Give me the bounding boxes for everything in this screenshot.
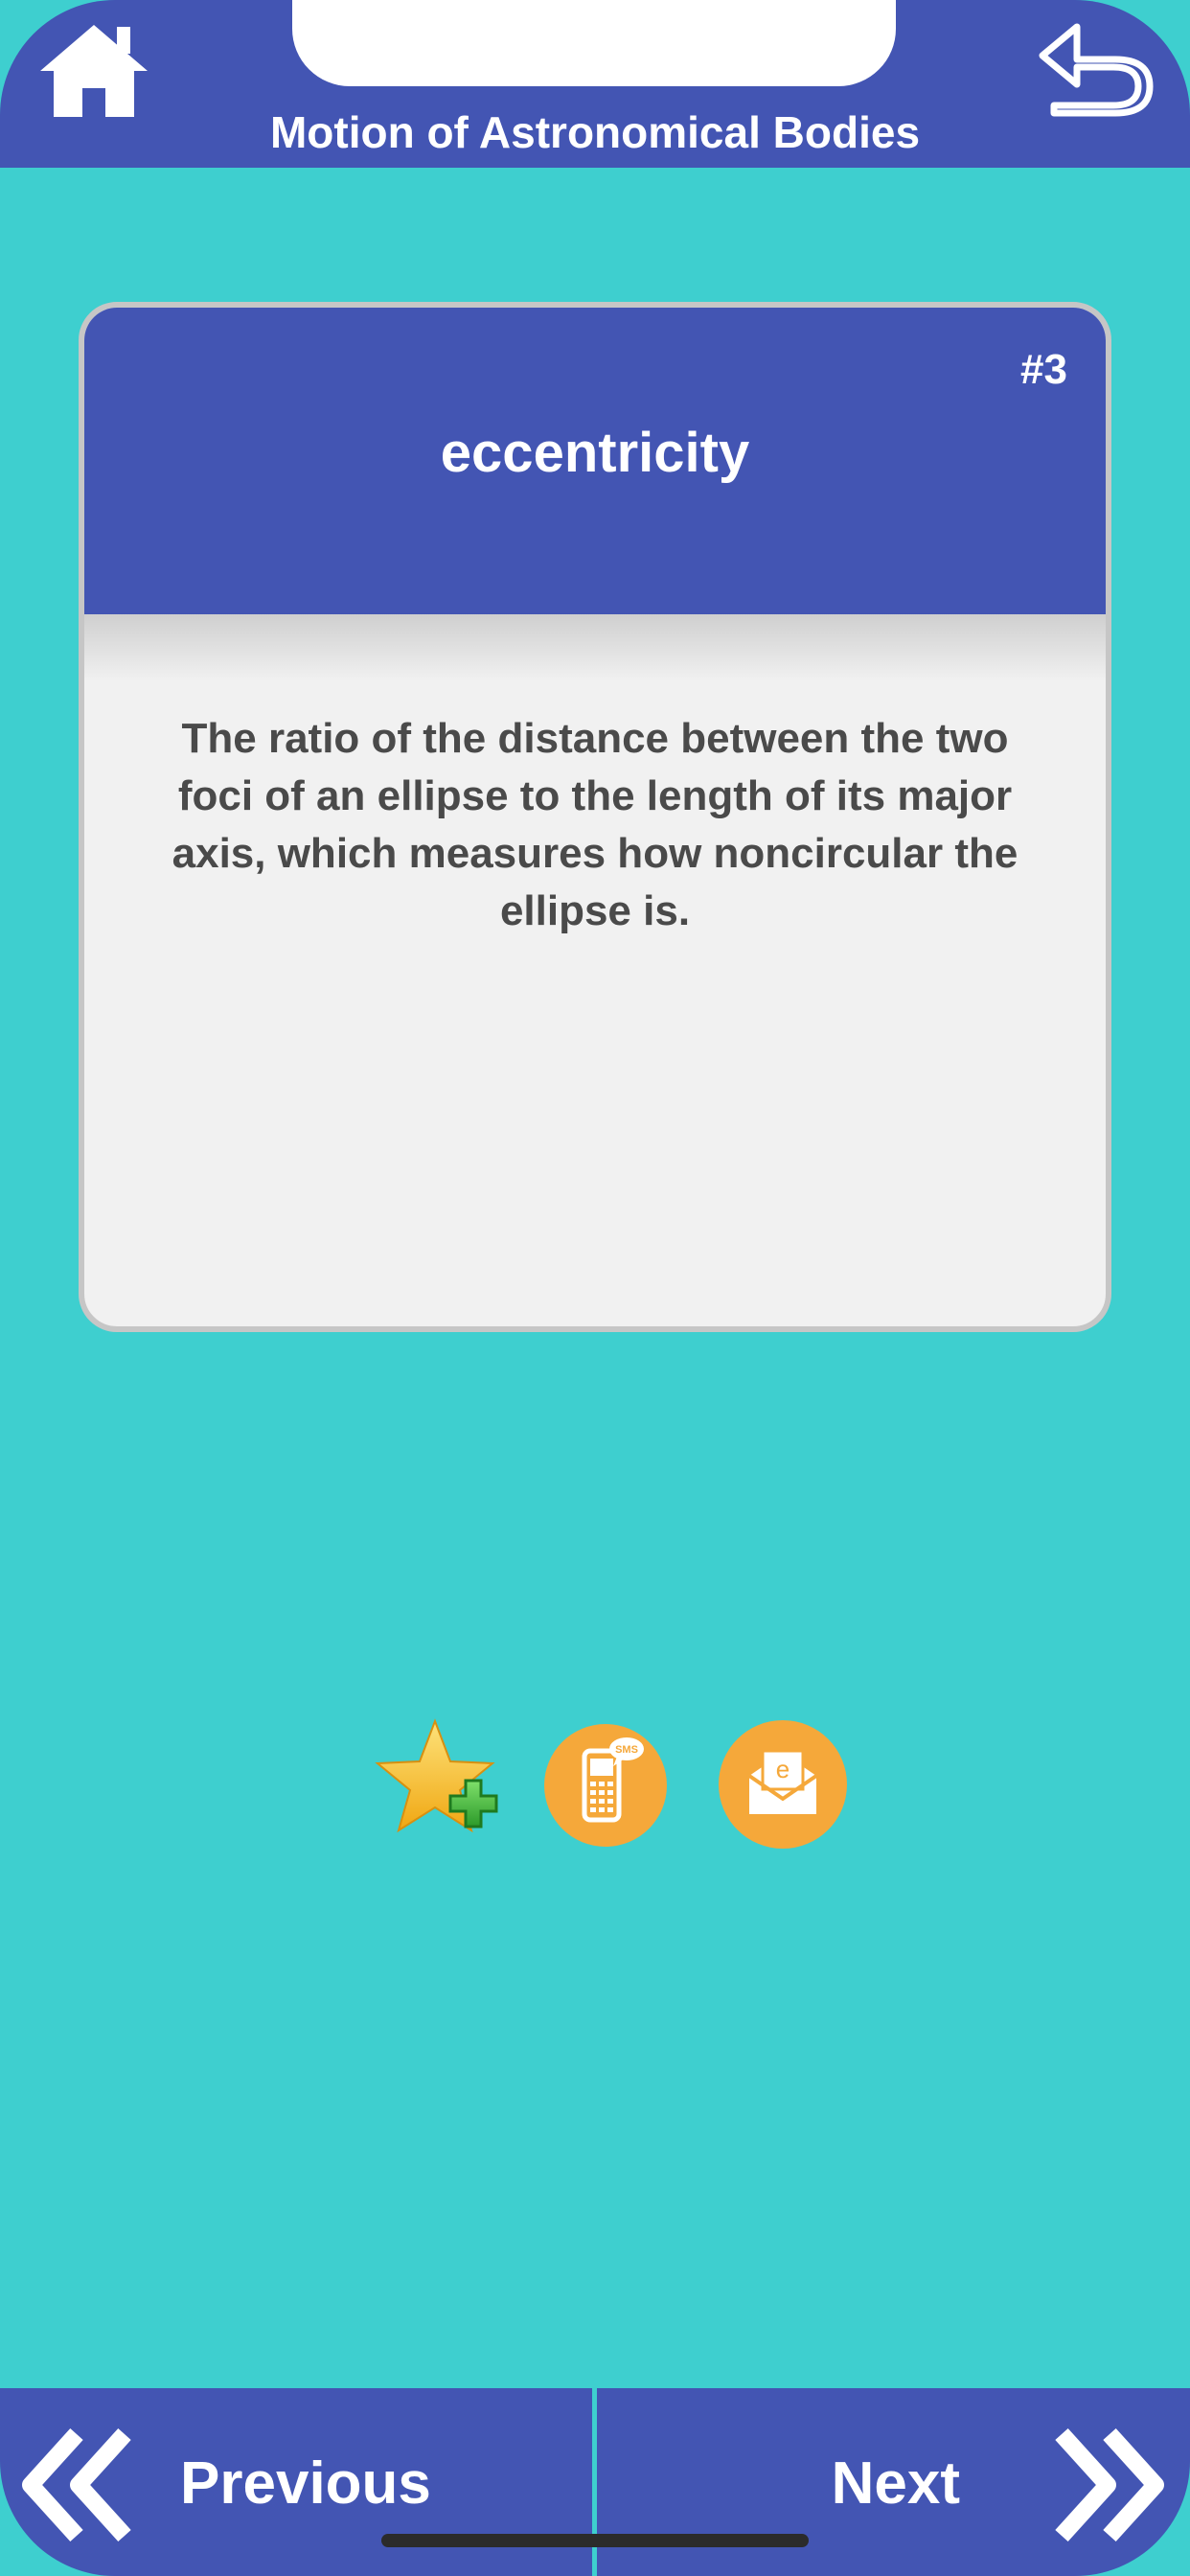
double-chevron-right-icon — [1055, 2427, 1164, 2542]
card-definition: The ratio of the distance between the tw… — [172, 715, 1018, 934]
star-plus-icon — [375, 1718, 498, 1833]
home-indicator[interactable] — [381, 2534, 809, 2547]
flashcard[interactable]: #3 eccentricity The ratio of the distanc… — [79, 302, 1111, 1332]
share-email-button[interactable]: e — [717, 1718, 849, 1851]
previous-label: Previous — [180, 2450, 431, 2517]
next-button[interactable]: Next — [597, 2388, 1190, 2576]
bottom-nav: Previous Next — [0, 2388, 1190, 2576]
next-label: Next — [831, 2450, 960, 2517]
card-header: #3 eccentricity — [84, 308, 1106, 614]
double-chevron-left-icon — [22, 2427, 131, 2542]
device-notch — [292, 0, 896, 86]
card-number: #3 — [1020, 346, 1067, 393]
screen: Motion of Astronomical Bodies #3 eccentr… — [0, 0, 1190, 2576]
card-divider-shadow — [84, 614, 1106, 681]
card-term: eccentricity — [440, 422, 750, 484]
sms-phone-icon: SMS — [544, 1724, 667, 1847]
page-title: Motion of Astronomical Bodies — [269, 107, 921, 157]
add-favorite-button[interactable] — [372, 1715, 506, 1850]
email-badge-text: e — [776, 1755, 790, 1783]
sms-badge-text: SMS — [615, 1744, 638, 1756]
previous-button[interactable]: Previous — [0, 2388, 592, 2576]
email-envelope-icon: e — [719, 1720, 847, 1849]
top-bar: Motion of Astronomical Bodies — [0, 0, 1190, 168]
share-sms-button[interactable]: SMS — [542, 1722, 669, 1849]
